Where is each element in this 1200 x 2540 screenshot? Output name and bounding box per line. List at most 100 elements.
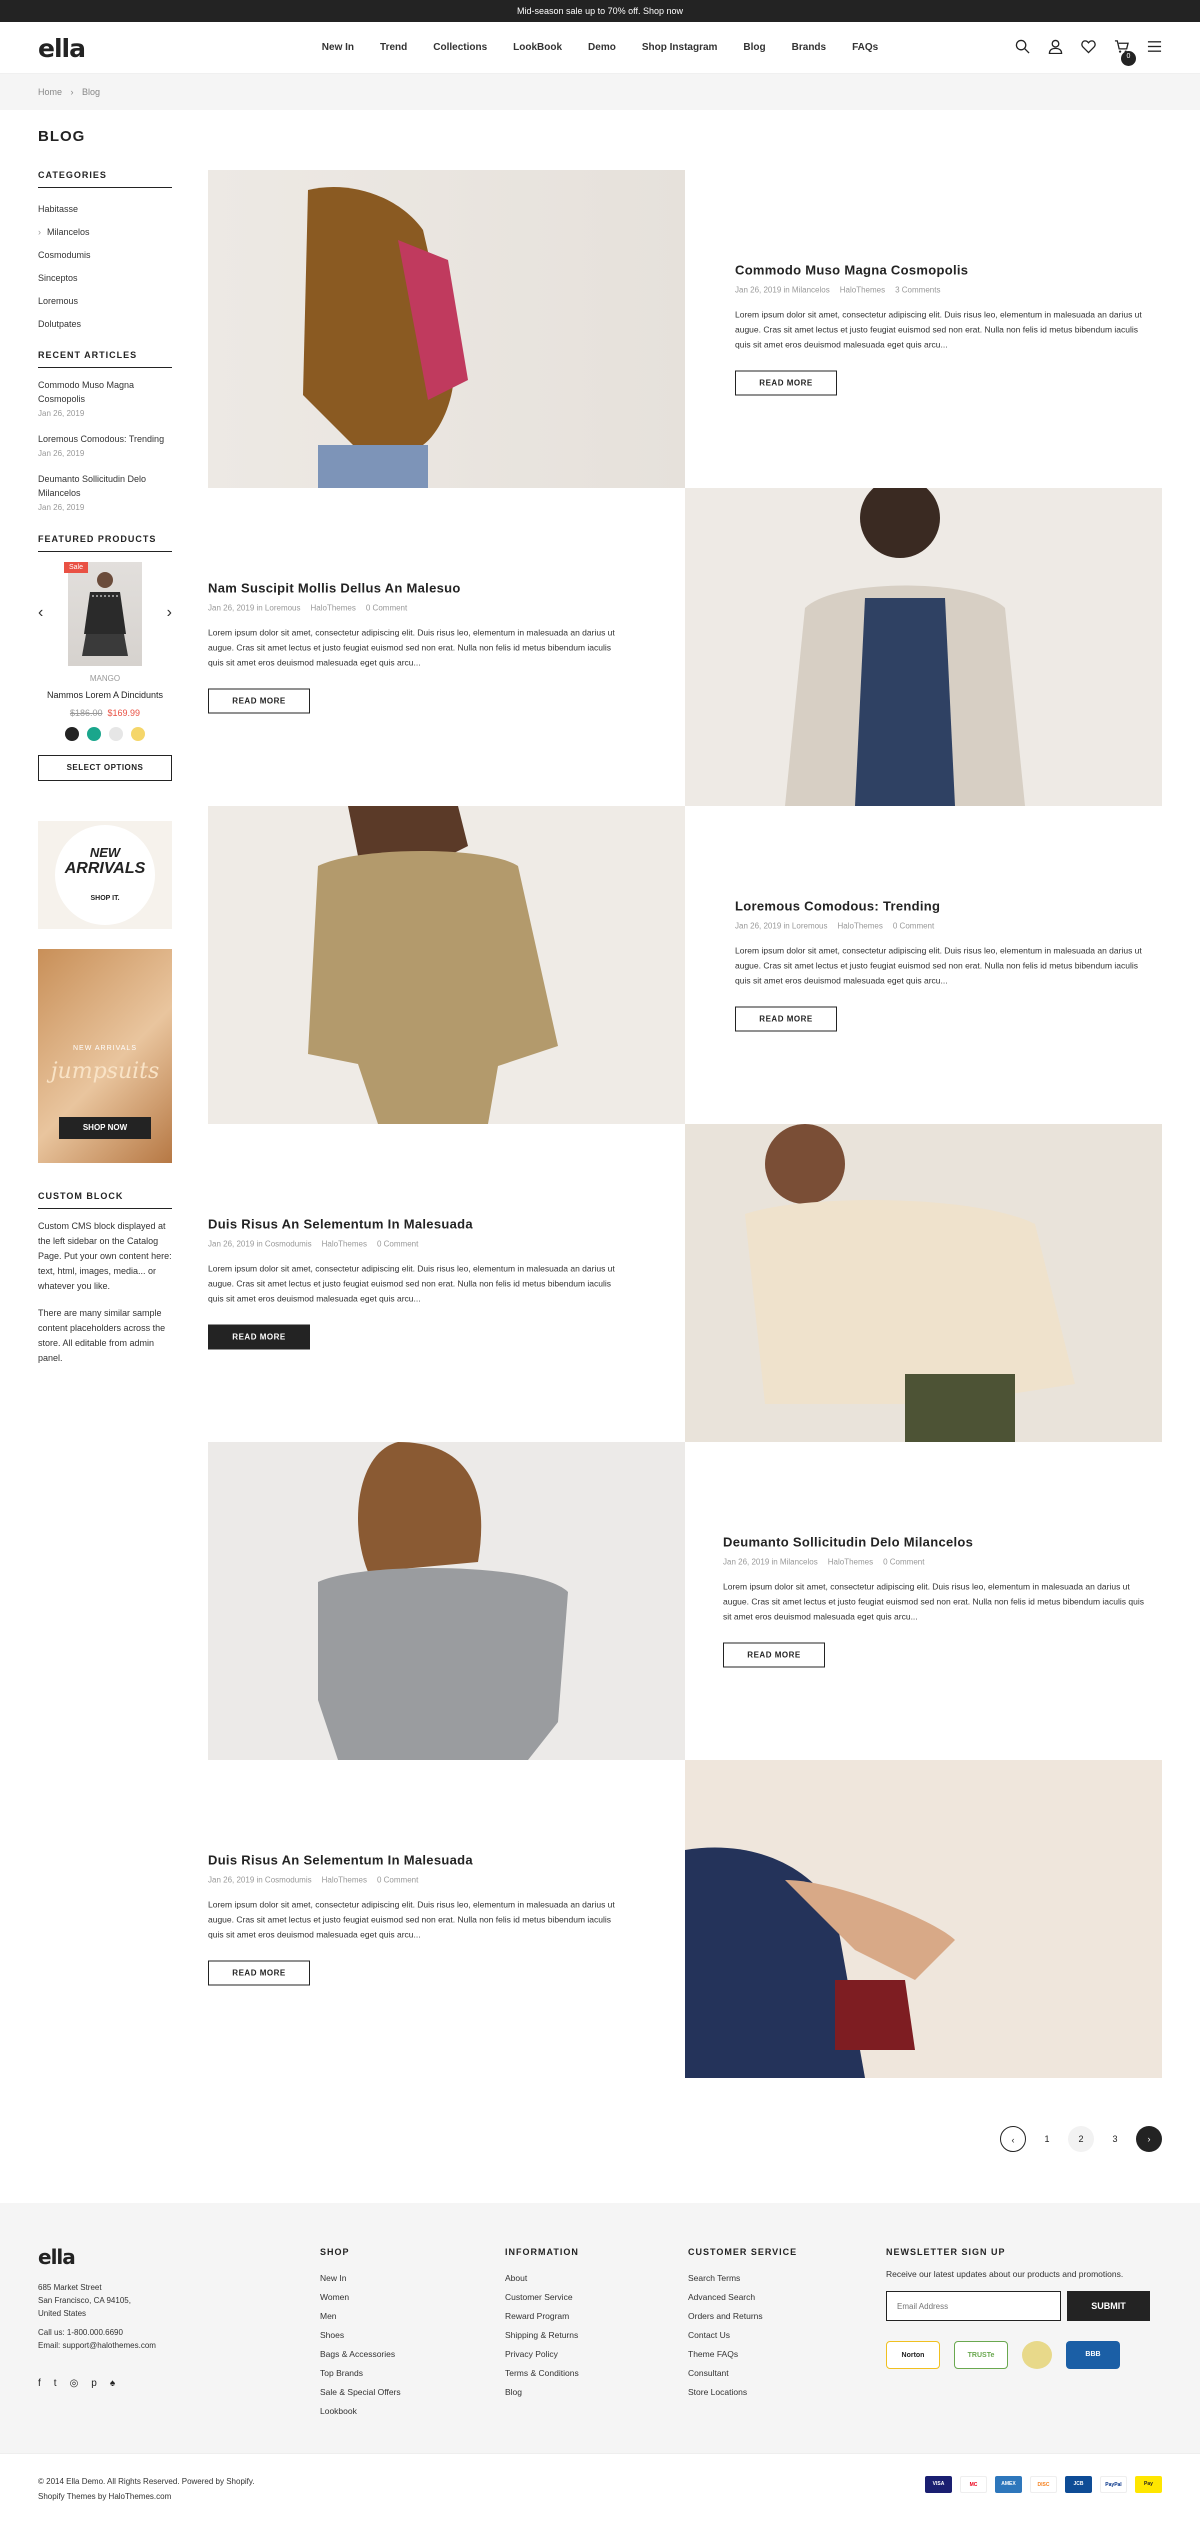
category-dolutpates[interactable]: Dolutpates: [38, 313, 172, 336]
footer-link[interactable]: Store Locations: [688, 2383, 797, 2402]
nav-brands[interactable]: Brands: [792, 22, 826, 74]
post-author[interactable]: HaloThemes: [838, 922, 883, 931]
nav-new-in[interactable]: New In: [322, 22, 354, 74]
read-more-button[interactable]: READ MORE: [208, 688, 310, 714]
footer-logo[interactable]: ella: [38, 2245, 76, 2269]
post-author[interactable]: HaloThemes: [840, 286, 885, 295]
category-loremous[interactable]: Loremous: [38, 290, 172, 313]
read-more-button[interactable]: READ MORE: [208, 1324, 310, 1350]
footer-link[interactable]: Women: [320, 2288, 401, 2307]
post-comments[interactable]: 0 Comment: [883, 1558, 924, 1567]
promo-bar[interactable]: Mid-season sale up to 70% off. Shop now: [0, 0, 1200, 22]
nav-collections[interactable]: Collections: [433, 22, 487, 74]
shop-now-button[interactable]: SHOP NOW: [59, 1117, 151, 1139]
swatch[interactable]: [87, 727, 101, 741]
nav-lookbook[interactable]: LookBook: [513, 22, 562, 74]
swatch[interactable]: [65, 727, 79, 741]
category-cosmodumis[interactable]: Cosmodumis: [38, 244, 172, 267]
footer-link[interactable]: Advanced Search: [688, 2288, 797, 2307]
product-name[interactable]: Nammos Lorem A Dincidunts: [38, 690, 172, 700]
twitter-icon[interactable]: t: [54, 2378, 57, 2389]
chevron-left-icon[interactable]: ‹: [38, 604, 43, 622]
new-arrivals-banner[interactable]: NEW ARRIVALS SHOP IT.: [38, 821, 172, 929]
menu-icon[interactable]: [1147, 39, 1162, 54]
recent-article[interactable]: Commodo Muso Magna Cosmopolis Jan 26, 201…: [38, 378, 172, 418]
footer-link[interactable]: Shipping & Returns: [505, 2326, 579, 2345]
footer-link[interactable]: Men: [320, 2307, 401, 2326]
read-more-button[interactable]: READ MORE: [735, 1006, 837, 1032]
page-3[interactable]: 3: [1102, 2126, 1128, 2152]
newsletter-email-input[interactable]: [886, 2291, 1061, 2321]
facebook-icon[interactable]: f: [38, 2378, 41, 2389]
read-more-button[interactable]: READ MORE: [735, 370, 837, 396]
recent-article-title[interactable]: Loremous Comodous: Trending: [38, 432, 172, 446]
email[interactable]: Email: support@halothemes.com: [38, 2339, 156, 2352]
swatch[interactable]: [109, 727, 123, 741]
search-icon[interactable]: [1015, 39, 1030, 54]
footer-link[interactable]: Blog: [505, 2383, 579, 2402]
logo[interactable]: ella: [38, 34, 86, 63]
read-more-button[interactable]: READ MORE: [723, 1642, 825, 1668]
banner-cta[interactable]: SHOP IT.: [38, 895, 172, 902]
page-2[interactable]: 2: [1068, 2126, 1094, 2152]
wishlist-icon[interactable]: [1081, 39, 1096, 54]
recent-article-title[interactable]: Deumanto Sollicitudin Delo Milancelos: [38, 472, 172, 500]
post-comments[interactable]: 0 Comment: [366, 604, 407, 613]
recent-article-title[interactable]: Commodo Muso Magna Cosmopolis: [38, 378, 172, 406]
post-comments[interactable]: 3 Comments: [895, 286, 940, 295]
phone[interactable]: Call us: 1-800.000.6690: [38, 2326, 156, 2339]
post-author[interactable]: HaloThemes: [311, 604, 356, 613]
footer-link[interactable]: Theme FAQs: [688, 2345, 797, 2364]
post-image[interactable]: [685, 1124, 1162, 1442]
cart-icon[interactable]: 0: [1114, 39, 1136, 66]
post-title[interactable]: Commodo Muso Magna Cosmopolis: [735, 263, 1154, 278]
footer-link[interactable]: Privacy Policy: [505, 2345, 579, 2364]
post-author[interactable]: HaloThemes: [322, 1876, 367, 1885]
footer-link[interactable]: About: [505, 2269, 579, 2288]
nav-demo[interactable]: Demo: [588, 22, 616, 74]
post-image[interactable]: [208, 170, 685, 488]
post-title[interactable]: Nam Suscipit Mollis Dellus An Malesuo: [208, 581, 627, 596]
newsletter-submit-button[interactable]: SUBMIT: [1067, 2291, 1150, 2321]
post-image[interactable]: [208, 1442, 685, 1760]
footer-link[interactable]: Orders and Returns: [688, 2307, 797, 2326]
post-title[interactable]: Duis Risus An Selementum In Malesuada: [208, 1217, 627, 1232]
footer-link[interactable]: Consultant: [688, 2364, 797, 2383]
category-milancelos[interactable]: › Milancelos: [38, 221, 172, 244]
account-icon[interactable]: [1048, 39, 1063, 55]
footer-link[interactable]: New In: [320, 2269, 401, 2288]
post-author[interactable]: HaloThemes: [828, 1558, 873, 1567]
post-image[interactable]: [208, 806, 685, 1124]
swatch[interactable]: [131, 727, 145, 741]
select-options-button[interactable]: SELECT OPTIONS: [38, 755, 172, 781]
category-habitasse[interactable]: Habitasse: [38, 198, 172, 221]
footer-link[interactable]: Reward Program: [505, 2307, 579, 2326]
footer-link[interactable]: Sale & Special Offers: [320, 2383, 401, 2402]
page-1[interactable]: 1: [1034, 2126, 1060, 2152]
post-image[interactable]: [685, 1760, 1162, 2078]
snapchat-icon[interactable]: ♠: [110, 2378, 115, 2389]
footer-link[interactable]: Shoes: [320, 2326, 401, 2345]
footer-link[interactable]: Lookbook: [320, 2402, 401, 2421]
read-more-button[interactable]: READ MORE: [208, 1960, 310, 1986]
breadcrumb-home[interactable]: Home: [38, 87, 62, 97]
footer-link[interactable]: Top Brands: [320, 2364, 401, 2383]
footer-link[interactable]: Contact Us: [688, 2326, 797, 2345]
post-title[interactable]: Duis Risus An Selementum In Malesuada: [208, 1853, 627, 1868]
nav-blog[interactable]: Blog: [743, 22, 765, 74]
jumpsuits-banner[interactable]: NEW ARRIVALS jumpsuits SHOP NOW: [38, 949, 172, 1163]
recent-article[interactable]: Deumanto Sollicitudin Delo Milancelos Jan…: [38, 472, 172, 512]
recent-article[interactable]: Loremous Comodous: Trending Jan 26, 2019: [38, 432, 172, 458]
footer-link[interactable]: Terms & Conditions: [505, 2364, 579, 2383]
footer-link[interactable]: Customer Service: [505, 2288, 579, 2307]
post-comments[interactable]: 0 Comment: [377, 1876, 418, 1885]
post-title[interactable]: Loremous Comodous: Trending: [735, 899, 1154, 914]
pinterest-icon[interactable]: p: [91, 2378, 97, 2389]
footer-link[interactable]: Search Terms: [688, 2269, 797, 2288]
instagram-icon[interactable]: ◎: [70, 2378, 79, 2389]
nav-faqs[interactable]: FAQs: [852, 22, 878, 74]
nav-trend[interactable]: Trend: [380, 22, 407, 74]
post-comments[interactable]: 0 Comment: [377, 1240, 418, 1249]
post-author[interactable]: HaloThemes: [322, 1240, 367, 1249]
product-image[interactable]: Sale: [64, 562, 142, 666]
